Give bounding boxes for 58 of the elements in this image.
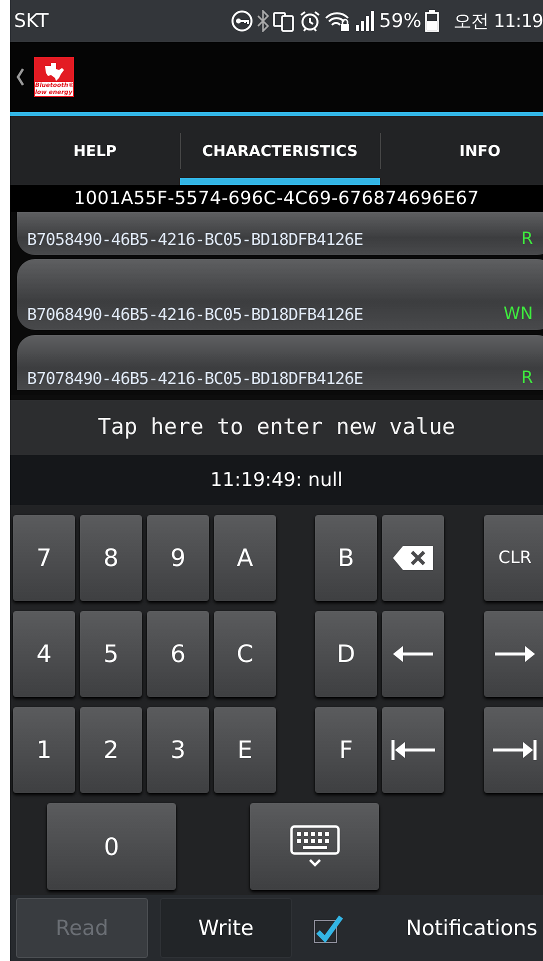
characteristic-uuid: B7058490-46B5-4216-BC05-BD18DFB4126E	[27, 230, 364, 249]
keypad-key[interactable]: 1	[13, 707, 75, 793]
alarm-clock-icon	[299, 10, 322, 32]
signal-icon	[355, 10, 376, 32]
keypad-key[interactable]	[382, 611, 444, 697]
left-arrow-icon	[392, 645, 434, 663]
keypad-key[interactable]: 0	[47, 803, 176, 890]
arrow-to-start-icon	[391, 740, 435, 760]
keypad-key[interactable]	[484, 611, 543, 697]
characteristic-uuid: B7078490-46B5-4216-BC05-BD18DFB4126E	[27, 369, 364, 388]
keypad-key[interactable]	[484, 707, 543, 793]
result-text: 11:19:49: null	[210, 469, 343, 491]
keypad-key[interactable]: A	[214, 515, 276, 601]
texas-logo-icon	[43, 63, 65, 81]
keypad-key[interactable]: 7	[13, 515, 75, 601]
characteristic-properties: R	[521, 229, 533, 249]
keypad-key[interactable]: D	[315, 611, 377, 697]
battery-percent: 59%	[379, 10, 422, 32]
battery-icon	[425, 10, 440, 32]
keypad-key[interactable]: CLR	[484, 515, 543, 601]
back-icon[interactable]	[16, 68, 24, 86]
keypad-key[interactable]: E	[214, 707, 276, 793]
key-icon	[231, 10, 254, 32]
notifications-label: Notifications	[406, 916, 538, 940]
characteristic-properties: WN	[503, 304, 533, 324]
keypad-key[interactable]	[250, 803, 379, 890]
keypad-key[interactable]: B	[315, 515, 377, 601]
tab[interactable]: INFO	[380, 116, 543, 185]
keypad-key[interactable]: 5	[80, 611, 142, 697]
tab[interactable]: HELP	[10, 116, 180, 185]
keypad-key[interactable]: 4	[13, 611, 75, 697]
characteristic-row[interactable]: B7078490-46B5-4216-BC05-BD18DFB4126E R	[17, 335, 543, 390]
keypad-key[interactable]	[382, 515, 444, 601]
characteristic-uuid: B7068490-46B5-4216-BC05-BD18DFB4126E	[27, 305, 364, 324]
right-arrow-icon	[494, 645, 536, 663]
keypad-key[interactable]: C	[214, 611, 276, 697]
clock-time: 오전 11:19	[453, 10, 543, 33]
keyboard-icon	[290, 824, 340, 868]
keypad-key[interactable]: 9	[147, 515, 209, 601]
write-button[interactable]: Write	[160, 898, 292, 958]
phone-icon	[273, 10, 296, 32]
keypad-key[interactable]: 8	[80, 515, 142, 601]
carrier-name: SKT	[14, 10, 49, 32]
keypad-key[interactable]: 2	[80, 707, 142, 793]
characteristic-row[interactable]: B7058490-46B5-4216-BC05-BD18DFB4126E R	[17, 212, 543, 255]
keypad-key[interactable]: F	[315, 707, 377, 793]
value-input-field[interactable]: Tap here to enter new value	[10, 395, 543, 455]
characteristic-row[interactable]: B7068490-46B5-4216-BC05-BD18DFB4126E WN	[17, 259, 543, 330]
bluetooth-icon	[257, 10, 270, 32]
service-uuid: 1001A55F-5574-696C-4C69-676874696E67	[10, 185, 543, 212]
keypad-key[interactable]: 3	[147, 707, 209, 793]
keypad-key[interactable]: 6	[147, 611, 209, 697]
arrow-to-end-icon	[493, 740, 537, 760]
wifi-lock-icon	[325, 10, 352, 32]
tab[interactable]: CHARACTERISTICS	[180, 116, 380, 185]
backspace-icon	[392, 545, 434, 571]
characteristic-properties: R	[521, 368, 533, 388]
keypad-key[interactable]	[382, 707, 444, 793]
